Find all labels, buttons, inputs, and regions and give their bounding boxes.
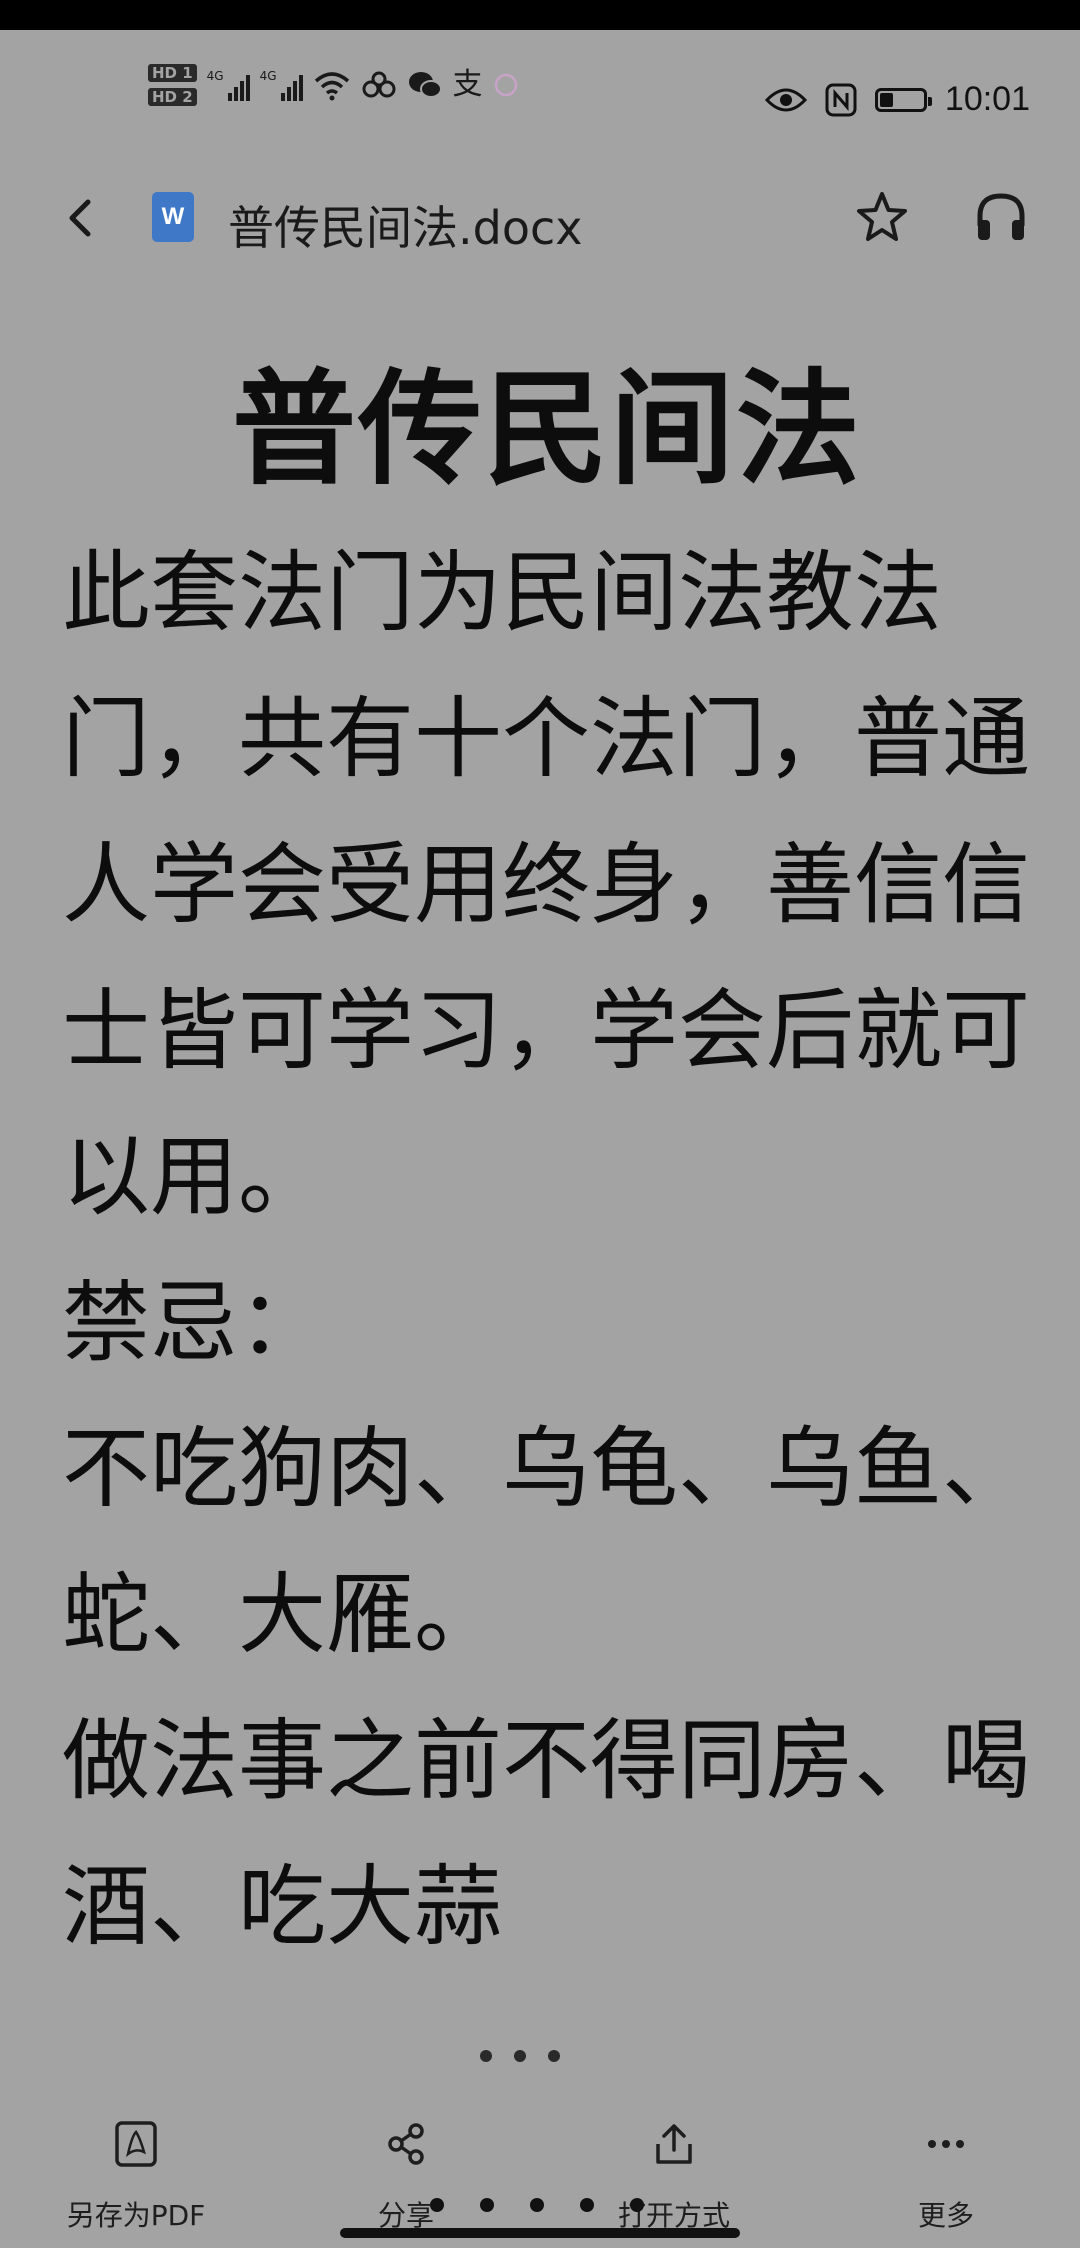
more-icon <box>928 2140 964 2148</box>
wechat-icon <box>408 72 442 98</box>
status-left: HD 1 HD 2 4G 4G 支 <box>148 64 519 106</box>
status-bar: HD 1 HD 2 4G 4G 支 10:01 <box>0 30 1080 160</box>
hd-indicators: HD 1 HD 2 <box>148 64 197 106</box>
document-paragraph: 不吃狗肉、乌龟、乌鱼、蛇、大雁。 <box>62 1417 1031 1666</box>
document-paragraph: 此套法门为民间法教法门，共有十个法门，普通人学会受用终身，善信信士皆可学习，学会… <box>62 541 1031 1228</box>
star-icon[interactable] <box>852 188 912 248</box>
document-paragraph: 做法事之前不得同房、喝酒、吃大蒜 <box>62 1709 1031 1958</box>
battery-level-fill <box>879 92 893 107</box>
document-body[interactable]: 普传民间法 此套法门为民间法教法门，共有十个法门，普通人学会受用终身，善信信士皆… <box>62 340 1032 2080</box>
signal-icon-2: 4G <box>260 69 303 101</box>
save-as-pdf-label: 另存为PDF <box>66 2199 206 2232</box>
network-type-1: 4G <box>206 69 224 83</box>
alipay-icon: 支 <box>452 67 483 102</box>
signal-icon: 4G <box>207 69 250 101</box>
open-with-icon <box>656 2124 692 2164</box>
more-label: 更多 <box>917 2199 974 2232</box>
sim2-hd-label: HD 2 <box>148 88 197 106</box>
battery-icon <box>874 87 932 112</box>
open-with-button[interactable]: 打开方式 <box>574 2120 774 2234</box>
chain-icon <box>362 71 396 98</box>
sim1-hd-label: HD 1 <box>148 64 197 82</box>
clock: 10:01 <box>944 80 1030 118</box>
nfc-icon <box>825 83 857 116</box>
document-toolbar: W 普传民间法.docx <box>0 170 1080 270</box>
share-button[interactable]: 分享 <box>306 2120 506 2234</box>
page-dots <box>430 2198 644 2212</box>
share-icon <box>388 2123 424 2165</box>
document-paragraph: 禁忌： <box>62 1271 327 1374</box>
word-doc-icon: W <box>152 192 194 242</box>
more-button[interactable]: 更多 <box>846 2120 1046 2234</box>
bottom-action-bar: 另存为PDF 分享 打开方式 更多 <box>0 2100 1080 2248</box>
home-indicator[interactable] <box>340 2228 740 2238</box>
back-icon[interactable] <box>50 188 110 248</box>
network-type-2: 4G <box>259 69 277 83</box>
headphones-icon[interactable] <box>972 188 1030 246</box>
save-as-pdf-button[interactable]: 另存为PDF <box>36 2120 236 2234</box>
document-filename: 普传民间法.docx <box>228 201 583 255</box>
circle-icon <box>494 73 517 97</box>
document-title: 普传民间法 <box>231 358 862 502</box>
pdf-icon <box>115 2121 157 2167</box>
scroll-indicator <box>480 2050 560 2062</box>
status-right: 10:01 <box>764 80 1030 119</box>
top-black-strip <box>0 0 1080 30</box>
eye-icon <box>764 88 807 111</box>
wifi-icon <box>314 72 349 101</box>
